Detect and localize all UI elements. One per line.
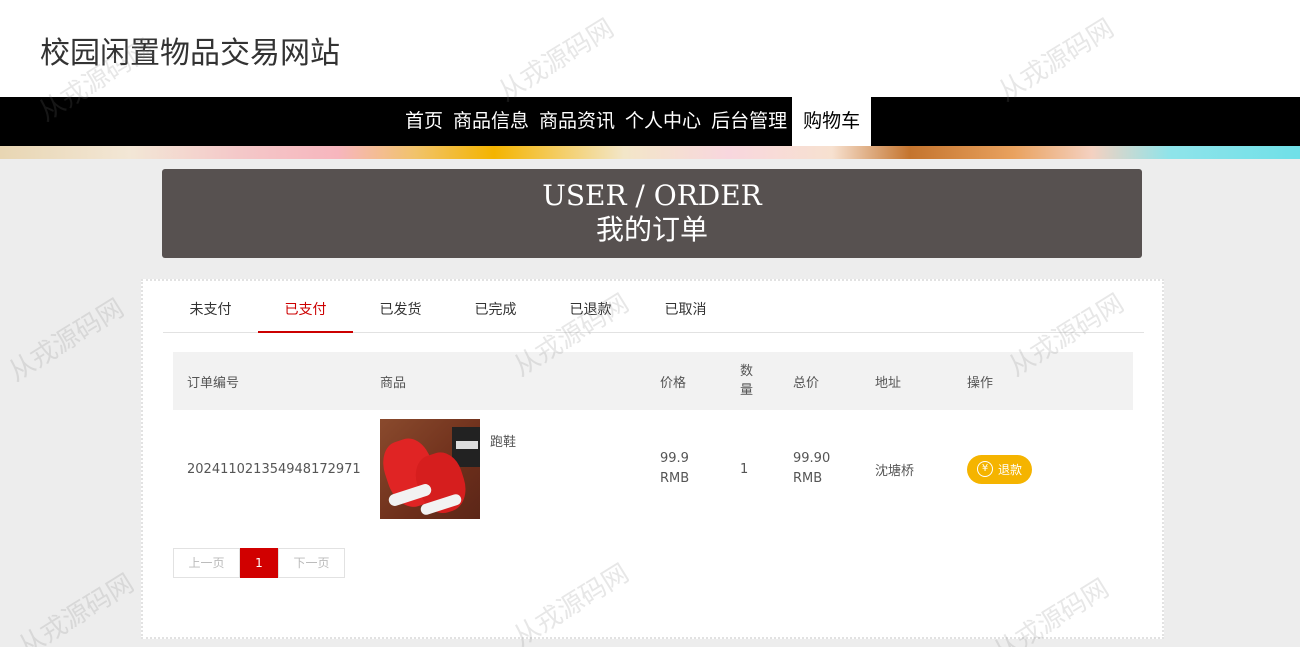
site-header: 校园闲置物品交易网站 (0, 0, 1300, 97)
address: 沈塘桥 (875, 463, 915, 479)
watermark: 从戎源码网 (13, 568, 140, 647)
col-header-price: 价格 (660, 375, 687, 391)
next-page-button[interactable]: 下一页 (278, 548, 345, 578)
refund-button[interactable]: ¥ 退款 (967, 454, 1033, 484)
nav-item-home[interactable]: 首页 (400, 97, 448, 146)
product-cell: 跑鞋 (366, 410, 646, 528)
col-header-total: 总价 (793, 375, 820, 391)
col-header-address: 地址 (875, 375, 902, 391)
orders-table: 订单编号 商品 价格 数量 总价 地址 操作 20241102135494817… (173, 352, 1133, 528)
current-page-button[interactable]: 1 (240, 548, 278, 578)
order-number: 202411021354948172971 (187, 461, 361, 477)
col-header-product: 商品 (380, 375, 407, 391)
col-header-action: 操作 (967, 375, 994, 391)
pagination: 上一页 1 下一页 (173, 548, 345, 578)
tab-paid[interactable]: 已支付 (258, 295, 353, 333)
site-title[interactable]: 校园闲置物品交易网站 (40, 28, 340, 72)
total-value: 99.90 (793, 451, 831, 466)
tab-shipped[interactable]: 已发货 (353, 295, 448, 333)
yen-icon: ¥ (977, 461, 993, 477)
product-name[interactable]: 跑鞋 (490, 431, 516, 450)
page-header: USER / ORDER 我的订单 (162, 169, 1142, 258)
tab-unpaid[interactable]: 未支付 (163, 295, 258, 333)
tab-completed[interactable]: 已完成 (448, 295, 543, 333)
table-row: 202411021354948172971 跑鞋 99.9 RMB 1 99.9… (173, 410, 1133, 528)
col-header-qty-label: 数量 (740, 362, 760, 400)
nav-item-news[interactable]: 商品资讯 (534, 97, 620, 146)
watermark: 从戎源码网 (3, 293, 130, 388)
price-value: 99.9 (660, 451, 689, 466)
nav-item-user-center[interactable]: 个人中心 (620, 97, 706, 146)
main-nav: 首页 商品信息 商品资讯 个人中心 后台管理 购物车 (0, 97, 1300, 146)
qty-header-char-2: 量 (740, 383, 754, 398)
red-running-shoes-image[interactable] (380, 419, 480, 519)
nav-item-admin[interactable]: 后台管理 (706, 97, 792, 146)
action-cell: ¥ 退款 (953, 410, 1133, 528)
tab-cancelled[interactable]: 已取消 (638, 295, 733, 333)
nav-item-cart[interactable]: 购物车 (792, 97, 872, 146)
qty-header-char-1: 数 (740, 364, 754, 379)
page-header-en: USER / ORDER (542, 179, 762, 212)
col-header-qty: 数量 (726, 352, 779, 410)
total-cell: 99.90 RMB (779, 410, 861, 528)
total-unit: RMB (793, 471, 823, 486)
refund-button-label: 退款 (998, 462, 1023, 477)
order-status-tabs: 未支付 已支付 已发货 已完成 已退款 已取消 (163, 295, 1144, 333)
orders-panel: 未支付 已支付 已发货 已完成 已退款 已取消 订单编号 商品 价格 数量 总价 (141, 279, 1164, 639)
col-header-order-no: 订单编号 (187, 375, 240, 391)
table-header-row: 订单编号 商品 价格 数量 总价 地址 操作 (173, 352, 1133, 410)
quantity: 1 (740, 461, 749, 477)
nav-item-products[interactable]: 商品信息 (448, 97, 534, 146)
price-unit: RMB (660, 471, 690, 486)
page-title: 我的订单 (595, 213, 708, 246)
nav-list: 首页 商品信息 商品资讯 个人中心 后台管理 购物车 (400, 97, 872, 146)
banner-strip (0, 146, 1300, 159)
prev-page-button[interactable]: 上一页 (173, 548, 240, 578)
price-cell: 99.9 RMB (646, 410, 726, 528)
product-info: 跑鞋 (380, 419, 646, 519)
tab-refunded[interactable]: 已退款 (543, 295, 638, 333)
